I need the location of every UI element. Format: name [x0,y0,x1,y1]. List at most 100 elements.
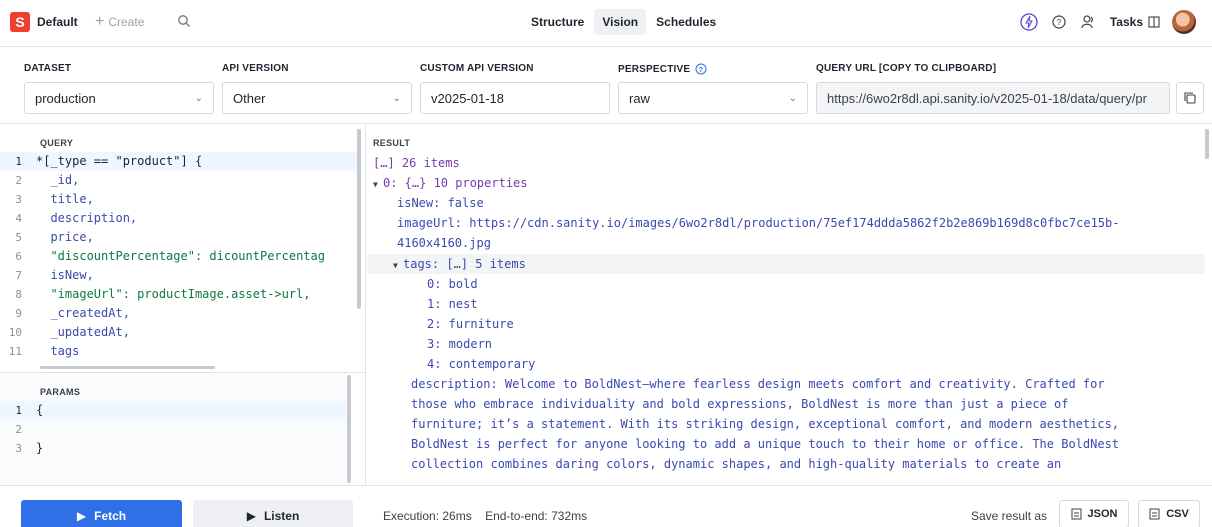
result-tag-item: 4: contemporary [427,357,536,371]
editor-pane: QUERY 1 *[_type == "product"] { 2 _id, 3 … [0,125,366,485]
play-icon: ▶ [246,509,256,523]
custom-api-version-value: v2025-01-18 [431,90,504,106]
result-item-0[interactable]: ▼ 0: {…} 10 properties [373,173,528,195]
params-label: PARAMS [40,387,81,397]
fetch-label: Fetch [94,509,127,523]
dataset-label: DATASET [24,63,72,74]
query-controls: DATASET production ⌄ API VERSION Other ⌄… [0,48,1212,124]
end-to-end-time: End-to-end: 732ms [485,509,588,523]
perspective-value: raw [629,90,650,106]
document-icon [1071,508,1082,520]
sanity-logo[interactable]: S [10,12,30,32]
tasks-label: Tasks [1109,15,1143,29]
result-count: […] 26 items [373,156,460,170]
code-line: 10 _updatedAt, [8,325,130,339]
result-label: RESULT [373,138,411,148]
svg-text:?: ? [1057,18,1062,27]
result-tag-item: 2: furniture [427,317,514,331]
svg-text:?: ? [699,67,703,74]
topbar-actions: ? Tasks [1020,10,1196,34]
resources-icon[interactable] [1020,13,1038,31]
json-label: JSON [1087,508,1118,520]
params-scrollbar[interactable] [347,375,351,483]
result-field-imageurl: imageUrl: https://cdn.sanity.io/images/6… [397,216,1120,230]
chevron-down-icon: ⌄ [788,92,797,104]
code-line: 3} [15,441,44,455]
code-line: 1 *[_type == "product"] { [0,152,358,171]
footer-bar: ▶ Fetch ▶ Listen Execution: 26ms End-to-… [0,485,1212,527]
expand-triangle-icon[interactable]: ▼ [373,175,383,195]
query-scrollbar[interactable] [357,129,361,309]
chevron-down-icon: ⌄ [194,92,203,104]
dataset-select[interactable]: production ⌄ [24,82,214,114]
perspective-label: PERSPECTIVE [618,63,691,75]
play-icon: ▶ [76,509,87,523]
custom-api-version-input[interactable]: v2025-01-18 [420,82,610,114]
tasks-button[interactable]: Tasks [1110,15,1160,29]
api-version-value: Other [233,90,266,106]
expand-triangle-icon[interactable]: ▼ [393,256,403,276]
custom-api-version-label: CUSTOM API VERSION [420,63,534,74]
code-line: 6 "discountPercentage": dicountPercentag [15,249,325,263]
copy-icon [1184,92,1196,104]
tab-structure[interactable]: Structure [523,9,592,35]
result-field-imageurl-cont: 4160x4160.jpg [397,236,491,250]
code-line: 9 _createdAt, [15,306,130,320]
query-url-field[interactable]: https://6wo2r8dl.api.sanity.io/v2025-01-… [816,82,1170,114]
dataset-value: production [35,90,96,106]
code-line: 11 tags [8,344,80,358]
document-icon [1149,508,1160,520]
tool-nav: Structure Vision Schedules [523,9,724,35]
save-as-label: Save result as [971,509,1048,523]
create-label: Create [108,15,145,29]
listen-button[interactable]: ▶ Listen [193,500,353,527]
code-line: 8 "imageUrl": productImage.asset->url, [15,287,311,301]
perspective-select[interactable]: raw ⌄ [618,82,808,114]
result-scrollbar[interactable] [1205,129,1209,159]
result-field-isnew: isNew: false [397,196,484,210]
save-csv-button[interactable]: CSV [1138,500,1200,527]
help-icon[interactable]: ? [1050,13,1068,31]
listen-label: Listen [263,509,300,523]
code-line: 4 description, [15,211,138,225]
result-tag-item: 0: bold [427,277,478,291]
workspace-name[interactable]: Default [37,15,78,29]
code-line: 7 isNew, [15,268,94,282]
user-avatar[interactable] [1172,10,1196,34]
query-url-value: https://6wo2r8dl.api.sanity.io/v2025-01-… [827,90,1147,106]
query-url-label: QUERY URL [COPY TO CLIPBOARD] [816,63,997,74]
copy-url-button[interactable] [1176,82,1204,114]
tasks-icon [1148,16,1160,28]
result-field-tags[interactable]: ▼ tags: […] 5 items [393,254,526,276]
query-editor[interactable]: 1 *[_type == "product"] { 2 _id, 3 title,… [0,152,358,370]
code-line: 5 price, [15,230,94,244]
create-button[interactable]: + Create [95,14,145,30]
result-field-description: description: Welcome to BoldNest—where f… [411,377,1105,391]
top-bar: S Default + Create Structure Vision Sche… [0,0,1212,47]
result-description-line: those who embrace individuality and bold… [411,397,1069,411]
result-description-line: collection combines daring colors, dynam… [411,457,1062,471]
code-line: 2 _id, [15,173,80,187]
tab-vision[interactable]: Vision [594,9,647,35]
api-version-select[interactable]: Other ⌄ [222,82,412,114]
query-label: QUERY [40,138,74,148]
result-tag-item: 3: modern [427,337,493,351]
users-icon[interactable] [1080,13,1098,31]
timing-info: Execution: 26ms End-to-end: 732ms [383,509,587,523]
perspective-label-wrap: PERSPECTIVE ? [618,63,707,75]
save-json-button[interactable]: JSON [1059,500,1129,527]
search-icon[interactable] [177,14,191,28]
result-tag-item: 1: nest [427,297,478,311]
code-line: 1{ [0,401,346,420]
result-description-line: furniture; it’s a statement. With its st… [411,417,1120,431]
chevron-down-icon: ⌄ [392,92,401,104]
tab-schedules[interactable]: Schedules [648,9,724,35]
code-line: 2 [15,423,22,436]
query-h-scrollbar[interactable] [40,366,215,369]
csv-label: CSV [1166,508,1189,520]
params-editor[interactable]: 1{ 2 3} [0,401,346,458]
fetch-button[interactable]: ▶ Fetch [21,500,182,527]
code-line: 3 title, [15,192,94,206]
help-icon[interactable]: ? [695,63,707,75]
execution-time: Execution: 26ms [383,509,472,523]
